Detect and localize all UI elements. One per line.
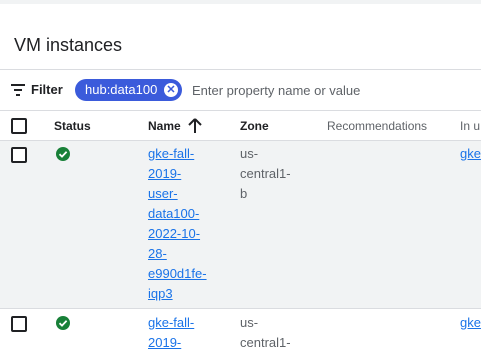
name-line: 2019- — [148, 335, 182, 350]
table-header: Status Name Zone Recommendations In u — [0, 111, 481, 140]
zone-cell: us- central1- — [240, 313, 310, 353]
zone-line: us- — [240, 146, 259, 161]
zone-line: us- — [240, 315, 259, 330]
row-checkbox[interactable] — [11, 147, 27, 163]
filter-chip[interactable]: hub:data100 ✕ — [75, 79, 182, 101]
page-title: VM instances — [14, 35, 123, 55]
row-checkbox[interactable] — [11, 316, 27, 332]
divider — [0, 69, 481, 70]
name-line: data100- — [148, 206, 200, 221]
name-line: 2019- — [148, 166, 182, 181]
name-line: user- — [148, 186, 178, 201]
zone-cell: us- central1- b — [240, 144, 310, 204]
close-icon[interactable]: ✕ — [164, 83, 178, 97]
select-all-checkbox[interactable] — [11, 118, 27, 134]
check-circle-icon — [56, 316, 70, 330]
name-line: 28- — [148, 246, 167, 261]
instance-name-link[interactable]: gke-fall- 2019- — [148, 313, 218, 353]
filter-chip-label: hub:data100 — [85, 82, 158, 97]
filter-label[interactable]: Filter — [31, 82, 63, 97]
name-line: e990d1fe- — [148, 266, 207, 281]
name-line: gke-fall- — [148, 315, 195, 330]
top-strip — [0, 0, 481, 4]
filter-icon[interactable] — [11, 84, 25, 96]
column-recommendations[interactable]: Recommendations — [327, 119, 427, 133]
zone-line: central1- — [240, 335, 291, 350]
name-line: iqp3 — [148, 286, 173, 301]
divider — [0, 308, 481, 309]
column-in-use[interactable]: In u — [460, 119, 480, 133]
filter-input[interactable] — [192, 80, 477, 100]
column-status[interactable]: Status — [54, 119, 91, 133]
zone-line: b — [240, 186, 248, 201]
column-name[interactable]: Name — [148, 119, 181, 133]
column-zone[interactable]: Zone — [240, 119, 269, 133]
instance-name-link[interactable]: gke-fall- 2019- user- data100- 2022-10- … — [148, 144, 218, 304]
name-line: 2022-10- — [148, 226, 201, 241]
zone-line: central1- — [240, 166, 291, 181]
check-circle-icon — [56, 147, 70, 161]
arrow-upward-icon[interactable] — [188, 118, 202, 134]
in-use-link[interactable]: gke — [460, 146, 481, 161]
name-line: gke-fall- — [148, 146, 195, 161]
in-use-link[interactable]: gke — [460, 315, 481, 330]
